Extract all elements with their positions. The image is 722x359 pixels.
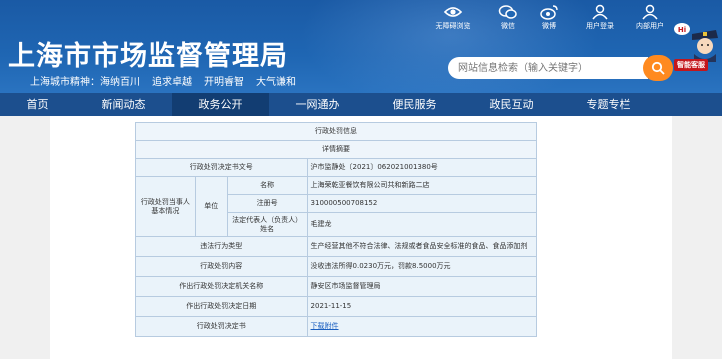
legal-rep-label: 法定代表人（负责人）姓名 xyxy=(226,212,308,237)
site-header: 上海市市场监督管理局 上海城市精神：海纳百川 追求卓越 开明睿智 大气谦和 无障碍浏览… xyxy=(0,0,722,93)
unit-label: 单位 xyxy=(194,176,228,237)
legal-rep-value: 毛建龙 xyxy=(306,212,538,237)
tool-label: 微信 xyxy=(501,22,515,30)
slogan-part: 开明睿智 xyxy=(204,77,244,88)
authority-value: 静安区市场监督管理局 xyxy=(306,276,538,297)
slogan-part: 上海城市精神：海纳百川 xyxy=(30,77,140,88)
search-icon xyxy=(651,61,665,75)
slogan-part: 大气谦和 xyxy=(256,77,296,88)
party-label: 行政处罚当事人基本情况 xyxy=(135,176,196,237)
reg-label: 注册号 xyxy=(226,194,308,213)
user-icon xyxy=(592,4,608,20)
decision-date-label: 作出行政处罚决定日期 xyxy=(135,296,308,317)
assistant-button[interactable]: Hi xyxy=(672,22,722,80)
nav-one-stop-service[interactable]: 一网通办 xyxy=(269,93,366,116)
eye-icon xyxy=(443,7,463,17)
name-value: 上海荣乾亚餐饮有限公司共和新路二店 xyxy=(306,176,538,195)
penalty-content-value: 没收违法所得0.0230万元，罚款8.5000万元 xyxy=(306,256,538,277)
violation-label: 违法行为类型 xyxy=(135,236,308,257)
tool-label: 无障碍浏览 xyxy=(435,22,471,30)
nav-government-affairs[interactable]: 政务公开 xyxy=(172,93,269,116)
police-mascot-icon: Hi xyxy=(674,23,718,62)
nav-home[interactable]: 首页 xyxy=(0,93,75,116)
accessibility-button[interactable]: 无障碍浏览 xyxy=(433,4,473,31)
penalty-content-label: 行政处罚内容 xyxy=(135,256,308,277)
violation-value: 生产经营其他不符合法律、法规或者食品安全标准的食品、食品添加剂 xyxy=(306,236,538,257)
wechat-icon xyxy=(498,5,517,19)
wechat-button[interactable]: 微信 xyxy=(488,4,528,31)
nav-news[interactable]: 新闻动态 xyxy=(75,93,172,116)
doc-no-label: 行政处罚决定书文号 xyxy=(135,158,308,177)
doc-no-value: 沪市监静处〔2021〕062021001380号 xyxy=(306,158,538,177)
weibo-button[interactable]: 微博 xyxy=(529,4,569,31)
authority-label: 作出行政处罚决定机关名称 xyxy=(135,276,308,297)
nav-interaction[interactable]: 政民互动 xyxy=(463,93,560,116)
slogan-part: 追求卓越 xyxy=(152,77,192,88)
search-input[interactable] xyxy=(448,57,648,79)
user-login-button[interactable]: 用户登录 xyxy=(580,4,620,31)
tool-label: 内部用户 xyxy=(636,22,664,30)
name-label: 名称 xyxy=(226,176,308,195)
nav-public-service[interactable]: 便民服务 xyxy=(366,93,463,116)
nav-special-topics[interactable]: 专题专栏 xyxy=(560,93,657,116)
penalty-info-table: 行政处罚信息 详情摘要 行政处罚决定书文号 沪市监静处〔2021〕0620210… xyxy=(135,122,538,337)
internal-user-icon xyxy=(642,4,658,20)
site-title: 上海市市场监督管理局 xyxy=(8,41,288,72)
download-attachment-link[interactable]: 下载附件 xyxy=(311,322,339,330)
main-nav: 首页 新闻动态 政务公开 一网通办 便民服务 政民互动 专题专栏 xyxy=(0,93,722,116)
internal-user-button[interactable]: 内部用户 xyxy=(630,4,670,31)
decision-doc-label: 行政处罚决定书 xyxy=(135,316,308,337)
table-title: 行政处罚信息 xyxy=(135,122,537,141)
assistant-label[interactable]: 智能客服 xyxy=(674,59,708,71)
reg-value: 310000500708152 xyxy=(306,194,538,213)
city-slogan: 上海城市精神：海纳百川 追求卓越 开明睿智 大气谦和 xyxy=(30,73,308,88)
tool-label: 用户登录 xyxy=(586,22,614,30)
assistant-bubble: Hi xyxy=(678,26,686,34)
weibo-icon xyxy=(540,5,558,20)
tool-label: 微博 xyxy=(542,22,556,30)
table-subtitle: 详情摘要 xyxy=(135,140,537,159)
decision-date-value: 2021-11-15 xyxy=(306,296,538,317)
search-button[interactable] xyxy=(643,55,673,81)
